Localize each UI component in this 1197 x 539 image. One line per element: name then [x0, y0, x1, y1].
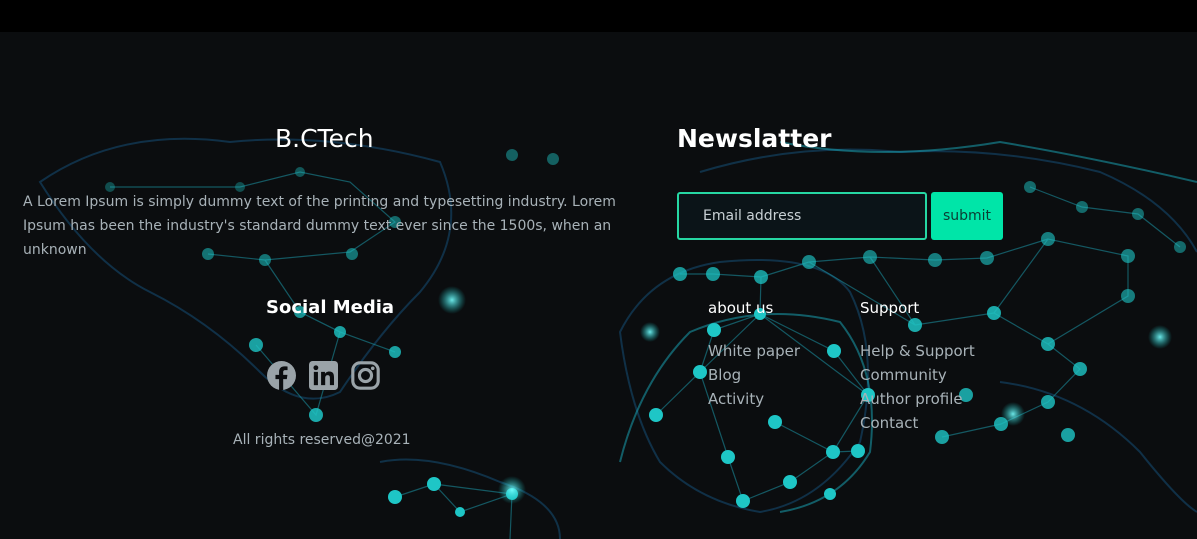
top-bar	[0, 0, 1197, 32]
link-community[interactable]: Community	[860, 366, 947, 384]
newsletter-title: Newslatter	[677, 124, 832, 153]
instagram-icon[interactable]	[351, 361, 380, 390]
link-help-support[interactable]: Help & Support	[860, 342, 975, 360]
social-media-title: Social Media	[266, 297, 395, 318]
copyright-text: All rights reserved@2021	[233, 432, 411, 448]
brand-description: A Lorem Ipsum is simply dummy text of th…	[23, 194, 616, 258]
email-input[interactable]	[677, 192, 927, 240]
brand-title: B.CTech	[275, 124, 374, 153]
link-activity[interactable]: Activity	[708, 390, 764, 408]
support-heading: Support	[860, 299, 920, 317]
link-white-paper[interactable]: White paper	[708, 342, 800, 360]
link-blog[interactable]: Blog	[708, 366, 741, 384]
footer-content: B.CTech A Lorem Ipsum is simply dummy te…	[0, 32, 1197, 539]
facebook-icon[interactable]	[267, 361, 296, 390]
support-column: Support Help & Support Community Author …	[860, 299, 975, 435]
link-contact[interactable]: Contact	[860, 414, 918, 432]
submit-button[interactable]: submit	[931, 192, 1003, 240]
about-us-column: about us White paper Blog Activity	[708, 299, 800, 411]
linkedin-icon[interactable]	[309, 361, 338, 390]
social-icons	[267, 361, 380, 390]
link-author-profile[interactable]: Author profile	[860, 390, 963, 408]
about-us-heading: about us	[708, 299, 774, 317]
